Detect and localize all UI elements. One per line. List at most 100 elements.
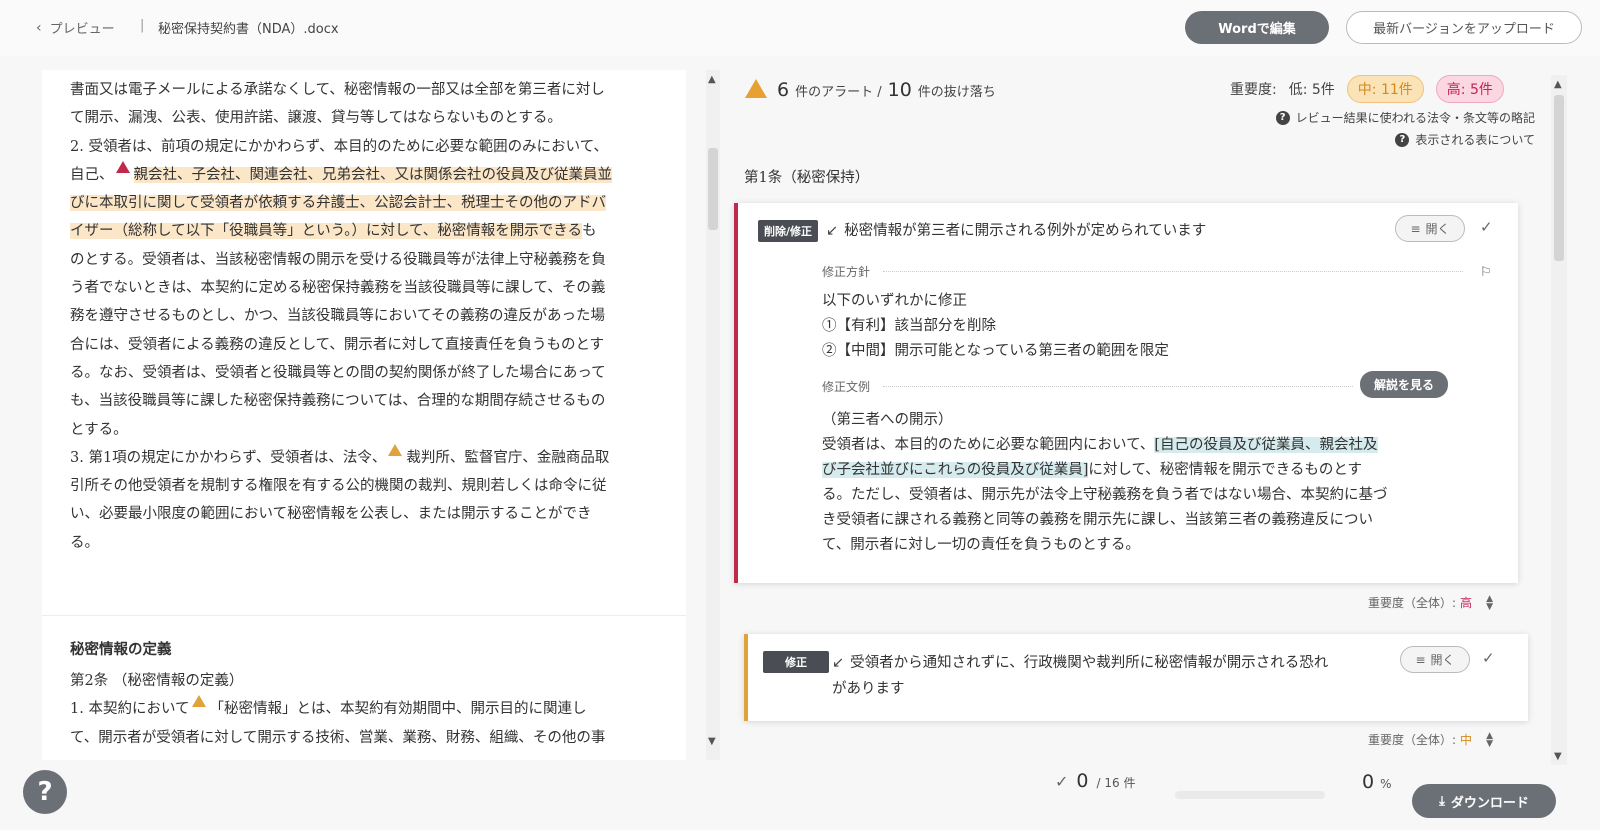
modify-tag: 修正	[763, 651, 829, 673]
review-card-high[interactable]: 削除/修正 ↙ 秘密情報が第三者に開示される例外が定められています ≡ 開く ✓ ⚐…	[734, 203, 1518, 583]
list-icon: ≡	[1415, 652, 1426, 667]
review-scrollbar[interactable]: ▲ ▼	[1551, 75, 1567, 765]
doc-line: 合には、受領者による義務の違反として、開示者に対して直接責任を負うものとす	[70, 336, 605, 353]
flag-icon[interactable]: ⚐	[1480, 265, 1492, 280]
edit-in-word-button[interactable]: Wordで編集	[1185, 11, 1329, 44]
doc-line: 2. 受領者は、前項の規定にかかわらず、本目的のために必要な範囲のみにおいて、	[70, 138, 608, 155]
check-icon[interactable]: ✓	[1480, 218, 1493, 236]
doc-line: のとする。受領者は、当該秘密情報の開示を受ける役職員等が法律上守秘義務を負	[70, 251, 607, 268]
doc-line: い、必要最小限度の範囲において秘密情報を公表し、または開示することができ	[70, 506, 592, 523]
doc-line: びに本取引に関して受領者が依頼する弁護士、公認会計士、税理士その他のアドバ	[70, 189, 658, 217]
document-scroll-thumb[interactable]	[708, 148, 718, 230]
overall-severity[interactable]: 重要度（全体）: 中 ▲ ▼	[1368, 731, 1493, 748]
overall-severity[interactable]: 重要度（全体）: 高 ▲ ▼	[1368, 594, 1493, 611]
doc-line: も、当該役職員等に課した秘密保持義務については、合理的な期間存続させるもの	[70, 393, 606, 410]
document-viewer[interactable]: 書面又は電子メールによる承諾なくして、秘密情報の一部又は全部を第三者に対し て開示…	[42, 70, 686, 760]
medium-alert-icon[interactable]	[191, 695, 206, 708]
doc-line: る。	[70, 534, 99, 551]
doc-line: 1. 本契約において 「秘密情報」とは、本契約有効期間中、開示目的に関連し	[70, 695, 658, 723]
article-2-title: 第2条 （秘密情報の定義）	[70, 673, 244, 689]
alert-summary: 6 件のアラート / 10 件の抜け落ち	[745, 77, 996, 101]
download-button[interactable]: ⤓ ダウンロード	[1412, 784, 1556, 818]
severity-high-filter[interactable]: 高: 5件	[1435, 75, 1504, 103]
back-link-label: プレビュー	[49, 22, 115, 37]
table-help-link[interactable]: ? 表示される表について	[1395, 131, 1535, 148]
doc-line: る。なお、受領者は、受領者と役職員等との間の契約関係が終了した場合にあって	[70, 364, 606, 381]
article-1-body: 書面又は電子メールによる承諾なくして、秘密情報の一部又は全部を第三者に対し て開示…	[42, 70, 686, 557]
policy-text: 以下のいずれかに修正 ①【有利】該当部分を削除 ②【中間】開示可能となっている第…	[822, 293, 1169, 359]
document-title: 秘密保持契約書（NDA）.docx	[158, 22, 339, 37]
review-progress: ✓ 0 / 16 件	[1055, 770, 1135, 792]
doc-line: う者でないときは、本契約に定める秘密保持義務を当該役職員等に課して、その義	[70, 280, 606, 297]
highlighted-clause[interactable]: 親会社、子会社、関連会社、兄弟会社、又は関係会社の役員及び従業員並	[133, 166, 612, 183]
progress-total: / 16 件	[1096, 776, 1136, 790]
warning-icon	[745, 79, 767, 98]
policy-label: 修正方針	[822, 265, 871, 279]
scroll-down-icon[interactable]: ▼	[1554, 751, 1562, 762]
sort-icon: ▲ ▼	[1486, 730, 1493, 749]
top-bar: ‹ プレビュー | 秘密保持契約書（NDA）.docx Wordで編集 最新バー…	[0, 0, 1600, 56]
progress-bar	[1175, 791, 1325, 799]
progress-percent: 0 %	[1362, 771, 1392, 793]
dotted-divider	[883, 271, 1463, 272]
missing-label: 件の抜け落ち	[917, 85, 996, 100]
doc-line: て開示、漏洩、公表、使用許諾、譲渡、貸与等してはならないものとする。	[70, 110, 562, 127]
upload-latest-version-button[interactable]: 最新バージョンをアップロード	[1346, 11, 1582, 44]
download-icon: ⤓	[1439, 793, 1445, 809]
abbreviation-help-link[interactable]: ? レビュー結果に使われる法令・条文等の略記	[1275, 109, 1535, 126]
alert-count: 6	[777, 79, 790, 101]
section-divider	[42, 615, 686, 616]
severity-label: 重要度:	[1230, 82, 1277, 98]
scroll-up-icon[interactable]: ▲	[708, 74, 716, 85]
check-icon[interactable]: ✓	[1482, 649, 1495, 667]
doc-line: とする。	[70, 421, 128, 438]
breadcrumb-separator: |	[140, 18, 145, 33]
medium-alert-icon[interactable]	[388, 443, 403, 456]
review-scroll-thumb[interactable]	[1554, 95, 1564, 261]
suggested-change: び子会社並びにこれらの役員及び従業員]	[822, 462, 1089, 478]
review-card-medium[interactable]: 修正 ↙ 受領者から通知されずに、行政機関や裁判所に秘密情報が開示される恐れ があ…	[744, 634, 1528, 721]
missing-count: 10	[887, 79, 912, 101]
card-title: ↙ 秘密情報が第三者に開示される例外が定められています	[826, 223, 1207, 239]
doc-line: 自己、 親会社、子会社、関連会社、兄弟会社、又は関係会社の役員及び従業員並	[70, 160, 658, 189]
article-2-section: 秘密情報の定義 第2条 （秘密情報の定義） 1. 本契約において 「秘密情報」とは…	[42, 628, 686, 752]
chevron-left-icon: ‹	[36, 19, 42, 36]
doc-line: 引所その他受領者を規制する権限を有する公的機関の裁判、規則若しくは命令に従	[70, 478, 607, 495]
high-alert-icon[interactable]	[115, 160, 130, 173]
sample-label: 修正文例	[822, 380, 871, 394]
severity-mid-filter[interactable]: 中: 11件	[1346, 75, 1424, 103]
list-icon: ≡	[1410, 221, 1421, 236]
doc-line: 3. 第1項の規定にかかわらず、受領者は、法令、 裁判所、監督官庁、金融商品取	[70, 443, 658, 472]
overall-severity-value: 高	[1460, 596, 1473, 610]
dotted-divider	[883, 386, 1353, 387]
document-scrollbar[interactable]: ▲ ▼	[706, 70, 720, 760]
section-heading: 秘密情報の定義	[70, 642, 172, 658]
open-detail-button[interactable]: ≡ 開く	[1400, 646, 1470, 673]
scroll-down-icon[interactable]: ▼	[708, 736, 716, 747]
back-to-preview-link[interactable]: ‹ プレビュー	[36, 18, 115, 38]
help-button[interactable]: ?	[23, 770, 67, 814]
progress-count: 0	[1076, 770, 1089, 792]
alert-label: 件のアラート /	[795, 85, 882, 100]
doc-line: 書面又は電子メールによる承諾なくして、秘密情報の一部又は全部を第三者に対し	[70, 82, 605, 98]
edit-arrow-icon: ↙	[826, 223, 839, 239]
question-icon: ?	[1395, 132, 1410, 147]
open-detail-button[interactable]: ≡ 開く	[1395, 215, 1465, 242]
doc-line: イザー（総称して以下「役職員等」という。）に対して、秘密情報を開示できるも	[70, 223, 597, 240]
doc-line: 務を遵守させるものとし、かつ、当該役職員等においてその義務の違反があった場	[70, 308, 606, 325]
view-explanation-button[interactable]: 解説を見る	[1360, 371, 1448, 398]
highlighted-clause[interactable]: びに本取引に関して受領者が依頼する弁護士、公認会計士、税理士その他のアドバ	[70, 195, 607, 212]
sample-clause-text[interactable]: （第三者への開示） 受領者は、本目的のために必要な範囲内において、[自己の役員及…	[822, 408, 1388, 558]
suggested-change: [自己の役員及び従業員、親会社及	[1154, 437, 1378, 453]
severity-low-filter[interactable]: 低: 5件	[1289, 79, 1335, 99]
card-title: ↙ 受領者から通知されずに、行政機関や裁判所に秘密情報が開示される恐れ があります	[832, 655, 1329, 697]
scroll-up-icon[interactable]: ▲	[1554, 79, 1562, 90]
question-icon: ?	[1275, 110, 1290, 125]
doc-line: て、開示者が受領者に対して開示する技術、営業、業務、財務、組織、その他の事	[70, 729, 606, 746]
edit-arrow-icon: ↙	[832, 655, 845, 671]
highlighted-clause[interactable]: イザー（総称して以下「役職員等」という。）に対して、秘密情報を開示できる	[70, 223, 582, 240]
check-icon: ✓	[1055, 772, 1069, 791]
delete-modify-tag: 削除/修正	[758, 220, 819, 242]
sort-icon: ▲ ▼	[1486, 593, 1493, 612]
severity-filter: 重要度: 低: 5件 中: 11件 高: 5件	[1230, 75, 1504, 103]
